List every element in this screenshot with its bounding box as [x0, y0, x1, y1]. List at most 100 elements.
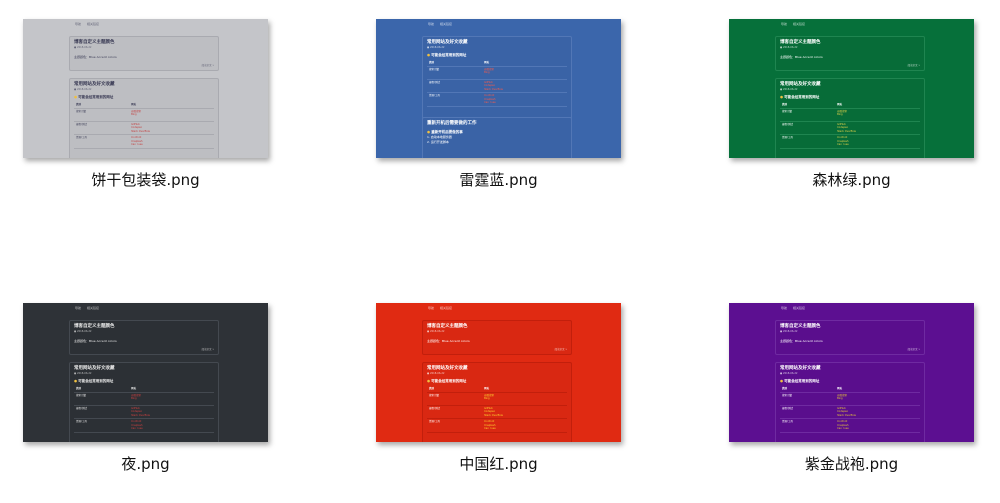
thumbnail-card: 重新开机后需要做的工作 ● 重新开机后要做的事 1. 启动本地服务器 2. 运行开发脚…: [422, 117, 572, 158]
thumbnail-card-date: ● 2018-06-22: [74, 330, 92, 333]
thumbnail-table-links: Iconfont Unsplash Can I use: [482, 92, 567, 107]
thumbnail-table: 类别 网址 搜索引擎 谷歌搜索 Bing 编程/测试 GitHub Codepen Stack …: [427, 60, 567, 107]
file-item[interactable]: 导航 相关链接博客自定义主题颜色 ● 2018-06-22 主题颜色：Blue Acc…: [729, 303, 1000, 503]
file-name-label[interactable]: 雷霆蓝.png: [376, 169, 621, 190]
thumbnail-table-link: Can I use: [484, 101, 496, 104]
thumbnail-table-links: GitHub Codepen Stack Overflow: [835, 121, 920, 135]
thumbnail-table-links: 谷歌搜索 Bing: [129, 392, 214, 406]
thumbnail-card: 博客自定义主题颜色 ● 2018-06-22 主题颜色：Blue Accent co…: [775, 36, 925, 71]
thumbnail-card: 博客自定义主题颜色 ● 2018-06-22 主题颜色：Blue Accent co…: [775, 320, 925, 355]
thumbnail-table-link: Bing: [484, 71, 490, 74]
thumbnail-table: 类别 网址 搜索引擎 谷歌搜索 Bing 编程/测试 GitHub Codepen Stack …: [74, 386, 214, 433]
thumbnail-table-links: 谷歌搜索 Bing: [835, 392, 920, 406]
section-marker-icon: ●: [427, 130, 432, 134]
thumbnail-nav: 导航 相关链接: [428, 22, 458, 26]
thumbnail-table-links: Iconfont Unsplash Can I use: [129, 418, 214, 433]
file-thumbnail[interactable]: 导航 相关链接 常用网站及好文收藏 ● 2018-06-22 ● 可能会经常用到的网址类…: [376, 19, 621, 158]
thumbnail-nav-item: 相关链接: [87, 306, 100, 310]
file-item[interactable]: 导航 相关链接 博客自定义主题颜色 ● 2018-06-22 主题颜色：Blue Acc…: [376, 303, 666, 503]
thumbnail-table-row: 搜索引擎 谷歌搜索 Bing: [74, 392, 214, 406]
thumbnail-table-link: Bing: [131, 113, 137, 116]
section-marker-icon: ●: [427, 53, 432, 57]
thumbnail-card-line: 主题颜色：Blue Accent colors: [780, 339, 823, 343]
thumbnail-table-cat: 搜索引擎: [427, 392, 483, 406]
file-thumbnail[interactable]: 导航 相关链接 博客自定义主题颜色 ● 2018-06-22 主题颜色：Blue Acc…: [23, 19, 268, 158]
file-name-label[interactable]: 夜.png: [23, 453, 268, 474]
thumbnail-table-row: 资源/工具 Iconfont Unsplash Can I use: [74, 134, 214, 149]
thumbnail-table-cat: 搜索引擎: [74, 108, 130, 122]
section-marker-icon: ●: [780, 95, 785, 99]
file-name-label[interactable]: 中国红.png: [376, 453, 621, 474]
thumbnail-table-link: Bing: [484, 397, 490, 400]
thumbnail-table-link: Stack Overflow: [484, 413, 503, 417]
section-marker-icon: ●: [74, 95, 79, 99]
thumbnail-table-row: 资源/工具 Iconfont Unsplash Can I use: [780, 134, 920, 149]
thumbnail-card-date: ● 2018-06-22: [427, 46, 445, 49]
thumbnail-table-cat: 编程/测试: [780, 121, 836, 135]
thumbnail-section-title: ● 可能会经常用到的网址: [780, 379, 820, 383]
thumbnail-card: 常用网站及好文收藏 ● 2018-06-22 ● 可能会经常用到的网址 类别 网址 搜索引…: [775, 78, 925, 158]
thumbnail-table-link: Can I use: [837, 143, 849, 146]
thumbnail-nav-item: 导航: [75, 306, 82, 310]
thumbnail-table-cat: 搜索引擎: [427, 66, 483, 80]
thumbnail-table-row: 编程/测试 GitHub Codepen Stack Overflow: [74, 121, 214, 135]
thumbnail-card-date: ● 2018-06-22: [74, 46, 92, 49]
thumbnail-read-more: 阅读全文 »: [201, 348, 214, 351]
thumbnail-table-row: 搜索引擎 谷歌搜索 Bing: [74, 108, 214, 122]
thumbnail-table-links: GitHub Codepen Stack Overflow: [129, 405, 214, 419]
thumbnail-nav: 导航 相关链接: [75, 306, 105, 310]
thumbnail-table-cat: 资源/工具: [427, 92, 483, 107]
file-thumbnail[interactable]: 导航 相关链接博客自定义主题颜色 ● 2018-06-22 主题颜色：Blue Acc…: [23, 303, 268, 442]
thumbnail-nav: 导航 相关链接: [781, 22, 811, 26]
thumbnail-nav: 导航 相关链接: [75, 22, 105, 26]
file-thumbnail[interactable]: 导航 相关链接博客自定义主题颜色 ● 2018-06-22 主题颜色：Blue Acc…: [729, 19, 974, 158]
thumbnail-card: 常用网站及好文收藏 ● 2018-06-22 ● 可能会经常用到的网址 类别 网址 搜索引…: [422, 36, 572, 128]
thumbnail-table-cat: 资源/工具: [780, 418, 836, 433]
thumbnail-card: 博客自定义主题颜色 ● 2018-06-22 主题颜色：Blue Accent co…: [69, 320, 219, 355]
thumbnail-nav-item: 相关链接: [793, 22, 806, 26]
thumbnail-read-more: 阅读全文 »: [201, 64, 214, 67]
thumbnail-table-link: Stack Overflow: [484, 87, 503, 91]
thumbnail-card-date: ● 2018-06-22: [780, 46, 798, 49]
file-thumbnail[interactable]: 导航 相关链接 博客自定义主题颜色 ● 2018-06-22 主题颜色：Blue Acc…: [376, 303, 621, 442]
thumbnail-table-cat: 资源/工具: [74, 418, 130, 433]
thumbnail-table-row: 搜索引擎 谷歌搜索 Bing: [427, 66, 567, 80]
thumbnail-section-title: ● 可能会经常用到的网址: [74, 95, 114, 99]
section-marker-icon: ●: [427, 379, 432, 383]
file-item[interactable]: 导航 相关链接博客自定义主题颜色 ● 2018-06-22 主题颜色：Blue Acc…: [23, 303, 313, 503]
thumbnail-table-link: Stack Overflow: [131, 129, 150, 133]
thumbnail-table: 类别 网址 搜索引擎 谷歌搜索 Bing 编程/测试 GitHub Codepen Stack …: [74, 102, 214, 149]
thumbnail-table-link: Can I use: [131, 143, 143, 146]
thumbnail-table-links: Iconfont Unsplash Can I use: [482, 418, 567, 433]
thumbnail-section-title: ● 可能会经常用到的网址: [427, 379, 467, 383]
thumbnail-nav-item: 相关链接: [793, 306, 806, 310]
file-item[interactable]: 导航 相关链接 博客自定义主题颜色 ● 2018-06-22 主题颜色：Blue Acc…: [23, 19, 313, 219]
thumbnail-table-cat: 资源/工具: [74, 134, 130, 149]
thumbnail-table-links: Iconfont Unsplash Can I use: [835, 134, 920, 149]
thumbnail-table-cat: 编程/测试: [74, 405, 130, 419]
thumbnail-table-links: 谷歌搜索 Bing: [129, 108, 214, 122]
file-item[interactable]: 导航 相关链接博客自定义主题颜色 ● 2018-06-22 主题颜色：Blue Acc…: [729, 19, 1000, 219]
thumbnail-table-row: 资源/工具 Iconfont Unsplash Can I use: [780, 418, 920, 433]
file-thumbnail[interactable]: 导航 相关链接博客自定义主题颜色 ● 2018-06-22 主题颜色：Blue Acc…: [729, 303, 974, 442]
thumbnail-card-date: ● 2018-06-22: [780, 372, 798, 375]
thumbnail-section-title: ● 可能会经常用到的网址: [780, 95, 820, 99]
file-name-label[interactable]: 森林绿.png: [729, 169, 974, 190]
thumbnail-card: 常用网站及好文收藏 ● 2018-06-22 ● 可能会经常用到的网址 类别 网址 搜索引…: [775, 362, 925, 442]
section-marker-icon: ●: [74, 379, 79, 383]
thumbnail-card: 常用网站及好文收藏 ● 2018-06-22 ● 可能会经常用到的网址 类别 网址 搜索引…: [69, 78, 219, 158]
thumbnail-nav-item: 相关链接: [87, 22, 100, 26]
file-name-label[interactable]: 饼干包装袋.png: [23, 169, 268, 190]
thumbnail-table-links: Iconfont Unsplash Can I use: [129, 134, 214, 149]
thumbnail-card-title: 重新开机后需要做的工作: [427, 121, 477, 126]
thumbnail-table: 类别 网址 搜索引擎 谷歌搜索 Bing 编程/测试 GitHub Codepen Stack …: [780, 102, 920, 149]
thumbnail-nav-item: 相关链接: [440, 22, 453, 26]
thumbnail-table-row: 编程/测试 GitHub Codepen Stack Overflow: [780, 405, 920, 419]
section-marker-icon: ●: [780, 379, 785, 383]
file-item[interactable]: 导航 相关链接 常用网站及好文收藏 ● 2018-06-22 ● 可能会经常用到的网址类…: [376, 19, 666, 219]
thumbnail-table-link: Stack Overflow: [131, 413, 150, 417]
thumbnail-table-links: GitHub Codepen Stack Overflow: [482, 405, 567, 419]
thumbnail-nav: 导航 相关链接: [781, 306, 811, 310]
thumbnail-table-links: GitHub Codepen Stack Overflow: [482, 79, 567, 93]
file-name-label[interactable]: 紫金战袍.png: [729, 453, 974, 474]
